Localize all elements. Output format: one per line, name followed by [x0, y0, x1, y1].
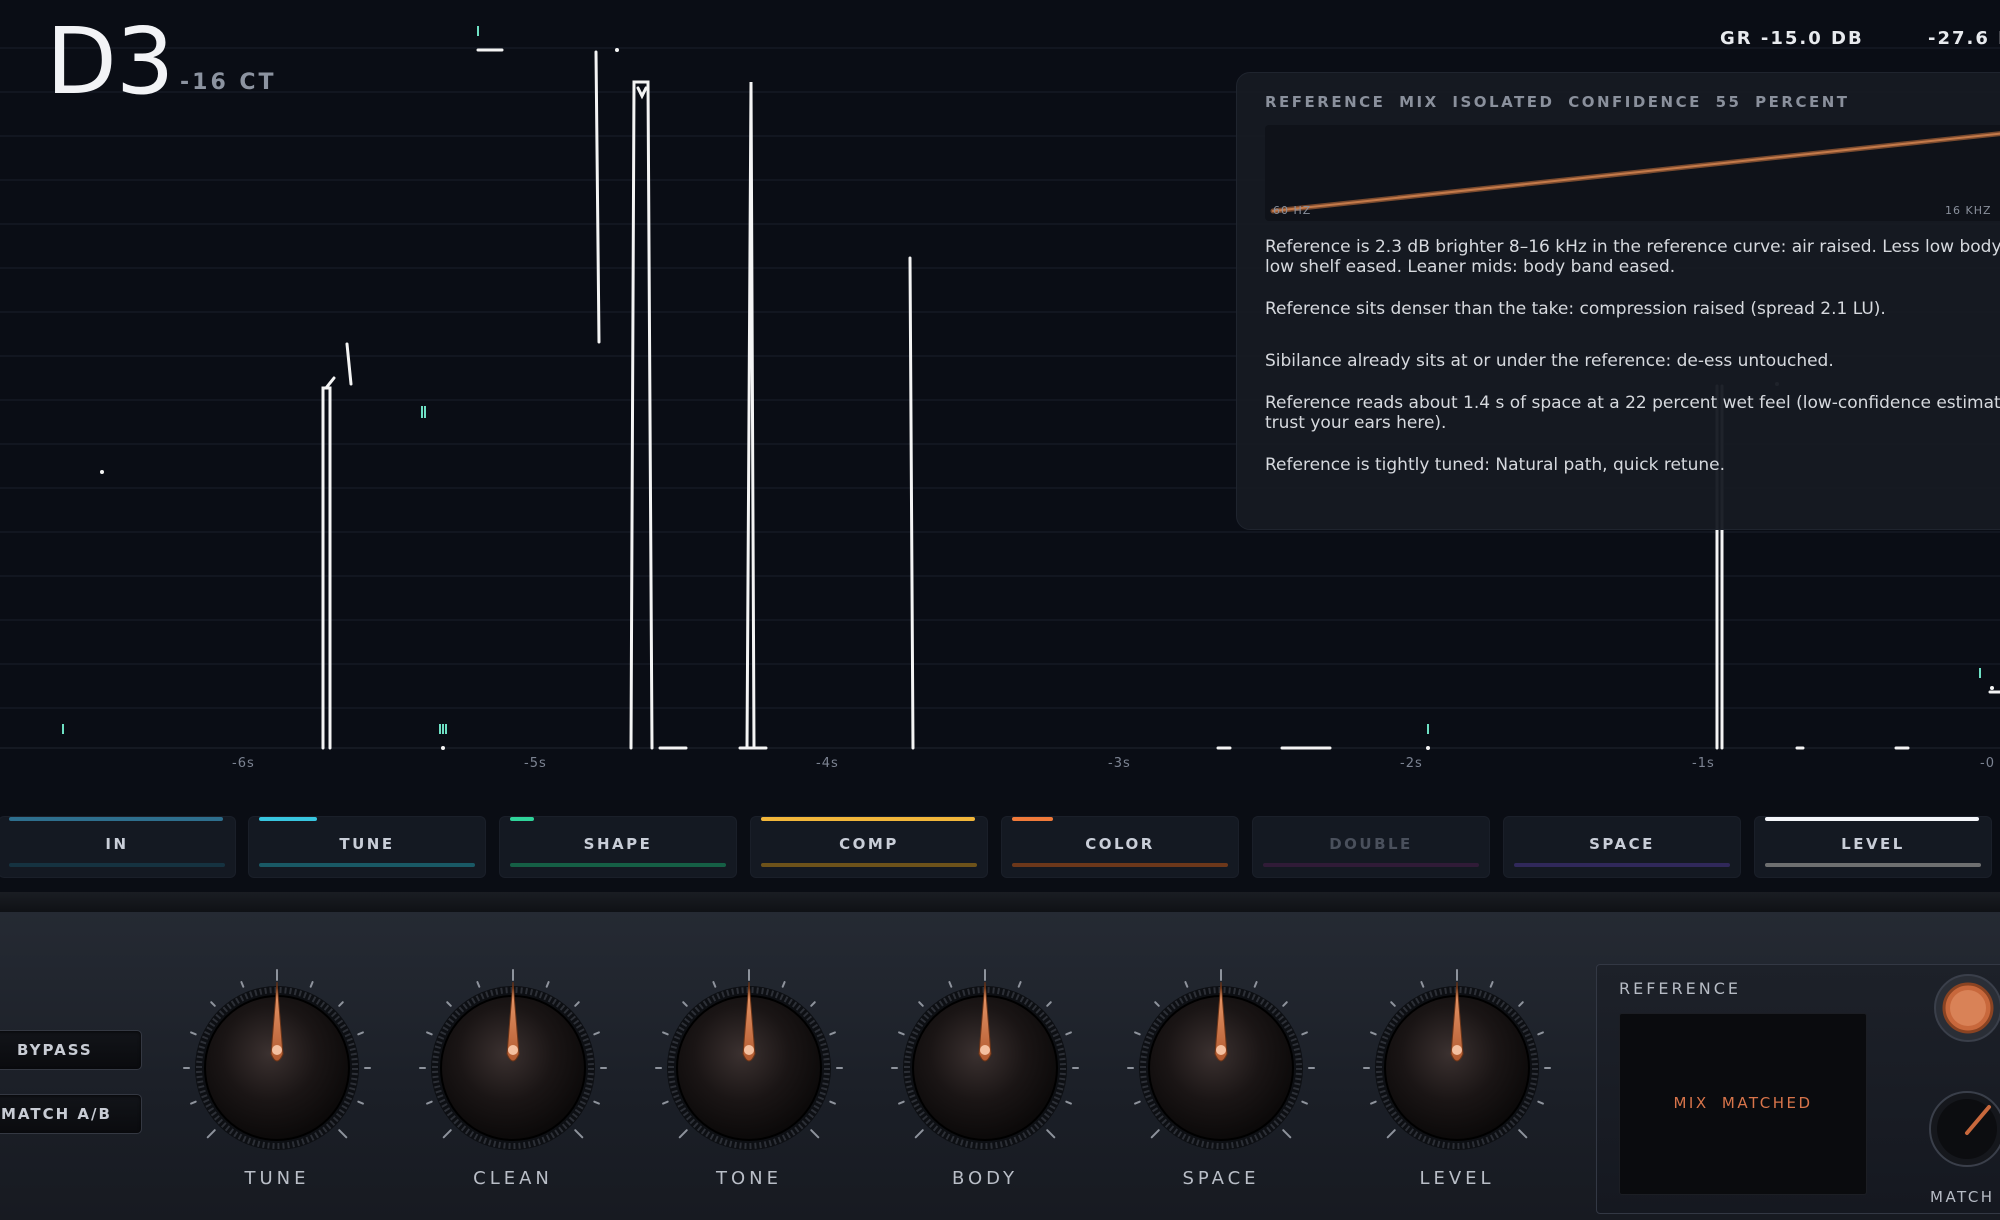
- reference-note: Sibilance already sits at or under the r…: [1265, 351, 1834, 371]
- knob-label: SPACE: [1182, 1168, 1260, 1189]
- tab-comp[interactable]: COMP: [750, 816, 988, 878]
- pitch-segment: [321, 386, 332, 750]
- reference-panel-header: REFERENCE MIX ISOLATED CONFIDENCE 55 PER…: [1265, 93, 1850, 111]
- pitch-segment: [345, 342, 353, 386]
- loudness-meter: -27.6 L: [1928, 28, 2000, 49]
- knob-body[interactable]: [885, 968, 1085, 1168]
- tab-tune[interactable]: TUNE: [248, 816, 486, 878]
- tab-shape[interactable]: SHAPE: [499, 816, 737, 878]
- pitch-dot: [615, 48, 619, 52]
- knob-tune[interactable]: [177, 968, 377, 1168]
- time-tick: -6s: [232, 756, 255, 771]
- time-tick: -3s: [1108, 756, 1131, 771]
- tab-level[interactable]: LEVEL: [1754, 816, 1992, 878]
- reference-note: Reference reads about 1.4 s of space at …: [1265, 393, 2000, 413]
- knob-label: TONE: [715, 1168, 782, 1189]
- tab-level-fill-bright: [9, 817, 223, 821]
- pitch-segment: [908, 256, 915, 750]
- pitch-segment: [594, 50, 601, 344]
- tab-level-fill-bright: [259, 817, 317, 821]
- reference-curve: 60 HZ 16 KHZ: [1265, 125, 2000, 221]
- pitch-display: D3 -16 CT GR -15.0 DB -27.6 L -6s -5s -4…: [0, 0, 2000, 800]
- match-knob[interactable]: [1927, 1089, 2000, 1169]
- cents-offset: -16 CT: [180, 70, 277, 95]
- pitch-dot: [441, 746, 445, 750]
- reference-note: low shelf eased. Leaner mids: body band …: [1265, 257, 1676, 277]
- tab-label: COMP: [839, 835, 899, 853]
- curve-high-label: 16 KHZ: [1945, 204, 1992, 217]
- reference-status: MIX MATCHED: [1673, 1094, 1813, 1112]
- pitch-dot: [1990, 686, 1994, 690]
- tab-level-track: [259, 863, 475, 867]
- knob-tone[interactable]: [649, 968, 849, 1168]
- knob-label: CLEAN: [473, 1168, 553, 1189]
- reference-note: trust your ears here).: [1265, 413, 1447, 433]
- tab-double[interactable]: DOUBLE: [1252, 816, 1490, 878]
- tab-label: COLOR: [1085, 835, 1155, 853]
- bypass-label: BYPASS: [17, 1041, 93, 1059]
- reference-analysis-panel: REFERENCE MIX ISOLATED CONFIDENCE 55 PER…: [1236, 72, 2000, 530]
- time-tick: -5s: [524, 756, 547, 771]
- curve-low-label: 60 HZ: [1273, 204, 1312, 217]
- pitch-segment: [745, 81, 756, 750]
- reference-note: Reference is 2.3 dB brighter 8–16 kHz in…: [1265, 237, 2000, 257]
- time-tick: -1s: [1692, 756, 1715, 771]
- time-tick: -4s: [816, 756, 839, 771]
- match-ab-label: MATCH A/B: [1, 1105, 112, 1123]
- knob-level[interactable]: [1357, 968, 1557, 1168]
- tab-label: SHAPE: [583, 835, 653, 853]
- reference-module-title: REFERENCE: [1619, 979, 1742, 998]
- tab-label: SPACE: [1589, 835, 1655, 853]
- detected-note: D3: [46, 8, 174, 115]
- pitch-dot: [1426, 746, 1430, 750]
- tab-space[interactable]: SPACE: [1503, 816, 1741, 878]
- reference-note: Reference sits denser than the take: com…: [1265, 299, 1886, 319]
- pitch-segment: [629, 80, 654, 750]
- tab-level-track: [1765, 863, 1981, 867]
- tab-label: IN: [105, 835, 129, 853]
- tab-level-fill-bright: [1765, 817, 1979, 821]
- tab-level-track: [9, 863, 225, 867]
- tab-level-track: [1012, 863, 1228, 867]
- match-ab-button[interactable]: MATCH A/B: [0, 1094, 142, 1134]
- reference-note: Reference is tightly tuned: Natural path…: [1265, 455, 1725, 475]
- tab-label: DOUBLE: [1329, 835, 1413, 853]
- time-tick: -0: [1980, 756, 1995, 771]
- knob-label: TUNE: [244, 1168, 310, 1189]
- tab-level-track: [761, 863, 977, 867]
- tab-in[interactable]: IN: [0, 816, 236, 878]
- knob-clean[interactable]: [413, 968, 613, 1168]
- tab-color[interactable]: COLOR: [1001, 816, 1239, 878]
- gain-reduction-meter: GR -15.0 DB: [1720, 28, 1864, 49]
- time-tick: -2s: [1400, 756, 1423, 771]
- reference-load-button[interactable]: [1933, 973, 2000, 1043]
- tab-level-track: [510, 863, 726, 867]
- reference-curve-graph: [1270, 131, 2000, 214]
- tab-level-fill-bright: [510, 817, 534, 821]
- tab-label: LEVEL: [1841, 835, 1905, 853]
- knob-space[interactable]: [1121, 968, 1321, 1168]
- tab-level-fill-bright: [761, 817, 975, 821]
- reference-module: REFERENCE MIX MATCHED: [1596, 964, 2000, 1214]
- tab-level-track: [1514, 863, 1730, 867]
- bypass-button[interactable]: BYPASS: [0, 1030, 142, 1070]
- knob-label: BODY: [951, 1168, 1019, 1189]
- knob-label: LEVEL: [1419, 1168, 1495, 1189]
- tab-level-track: [1263, 863, 1479, 867]
- tab-label: TUNE: [339, 835, 395, 853]
- pitch-dot: [100, 470, 104, 474]
- match-label: MATCH: [1930, 1188, 1995, 1206]
- module-tabs: IN TUNE SHAPE COMP COLOR DOUBLE SPACE LE…: [0, 816, 2000, 878]
- reference-status-screen[interactable]: MIX MATCHED: [1619, 1013, 1867, 1195]
- panel-divider: [0, 892, 2000, 914]
- tab-level-fill-bright: [1012, 817, 1053, 821]
